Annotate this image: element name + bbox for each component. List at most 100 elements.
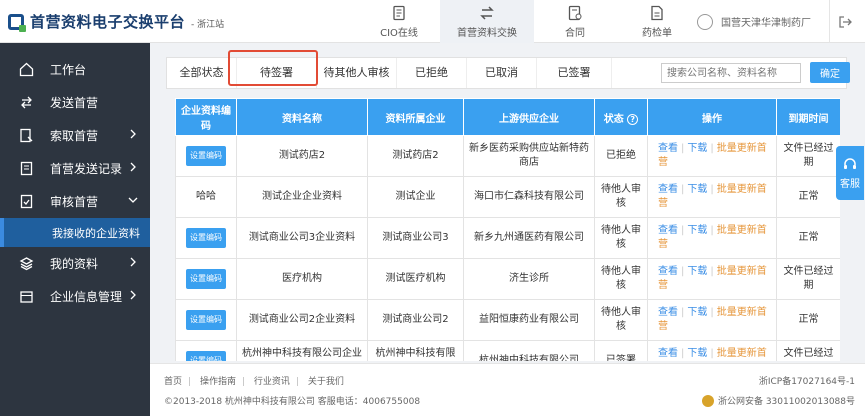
view-link[interactable]: 查看: [658, 184, 678, 195]
view-link[interactable]: 查看: [658, 143, 678, 154]
cell-code: 哈哈: [175, 176, 237, 218]
chevron-right-icon: [130, 290, 136, 300]
download-link[interactable]: 下载: [687, 266, 707, 277]
sidebar-item-workbench[interactable]: 工作台: [0, 53, 150, 86]
sidebar-item-label: 首营发送记录: [50, 162, 123, 176]
send-icon: [18, 95, 34, 111]
footer-link-home[interactable]: 首页: [164, 377, 182, 387]
police-badge-icon: [701, 394, 714, 407]
chevron-down-icon: [128, 197, 138, 203]
header-name: 资料名称: [236, 98, 368, 136]
footer-police[interactable]: 浙公网安备 33011002013088号: [701, 394, 855, 407]
app-title: 首营资料电子交换平台: [30, 13, 186, 31]
tab-signed[interactable]: 已签署: [537, 58, 612, 88]
view-link[interactable]: 查看: [658, 225, 678, 236]
cell-actions: 查看|下载|批量更新首营: [647, 299, 777, 341]
search-input[interactable]: [661, 63, 801, 83]
set-code-button[interactable]: 设置编码: [186, 269, 226, 289]
logo[interactable]: 首营资料电子交换平台 - 浙江站: [8, 11, 224, 32]
cell-code: 设置编码: [175, 135, 237, 177]
help-icon[interactable]: ?: [627, 113, 639, 125]
tab-cancelled[interactable]: 已取消: [467, 58, 537, 88]
sidebar-item-send[interactable]: 发送首营: [0, 86, 150, 119]
footer-link-news[interactable]: 行业资讯: [254, 377, 290, 387]
cell-actions: 查看|下载|批量更新首营: [647, 217, 777, 259]
search-confirm-button[interactable]: 确定: [810, 62, 850, 83]
view-link[interactable]: 查看: [658, 266, 678, 277]
cell-name: 测试商业公司3企业资料: [236, 217, 368, 259]
cell-name: 测试企业企业资料: [236, 176, 368, 218]
cell-status: 待他人审核: [594, 258, 648, 300]
set-code-button[interactable]: 设置编码: [186, 146, 226, 166]
set-code-button[interactable]: 设置编码: [186, 228, 226, 248]
sidebar-item-audit[interactable]: 审核首营: [0, 185, 150, 218]
view-link[interactable]: 查看: [658, 307, 678, 318]
sidebar-item-request[interactable]: 索取首营: [0, 119, 150, 152]
top-nav: CIO在线 首营资料交换 合同 药检单: [358, 0, 698, 43]
footer-links: 首页 | 操作指南 | 行业资讯 | 关于我们: [164, 377, 344, 387]
tab-all[interactable]: 全部状态: [167, 58, 237, 88]
tab-pending-others[interactable]: 待其他人审核: [317, 58, 397, 88]
cell-supplier: 新乡医药采购供应站新特药商店: [463, 135, 595, 177]
table-row: 设置编码 测试商业公司3企业资料 测试商业公司3 新乡九州通医药有限公司 待他人审核 查看…: [175, 217, 840, 259]
cell-expire: 文件已经过期: [776, 135, 840, 177]
cell-actions: 查看|下载|批量更新首营: [647, 340, 777, 361]
chevron-right-icon: [130, 129, 136, 139]
cell-supplier: 海口市仁森科技有限公司: [463, 176, 595, 218]
cell-actions: 查看|下载|批量更新首营: [647, 176, 777, 218]
user-icon[interactable]: [697, 13, 713, 30]
cell-status: 已拒绝: [594, 135, 648, 177]
user-area: 国营天津华津制药厂: [697, 0, 859, 43]
cell-supplier: 新乡九州通医药有限公司: [463, 217, 595, 259]
nav-test-report[interactable]: 药检单: [616, 0, 698, 43]
cell-name: 医疗机构: [236, 258, 368, 300]
cell-expire: 文件已经过期: [776, 340, 840, 361]
view-link[interactable]: 查看: [658, 348, 678, 359]
sidebar-item-label: 索取首营: [50, 129, 99, 143]
cell-status: 待他人审核: [594, 217, 648, 259]
layers-icon: [18, 256, 34, 272]
header-status: 状态 ?: [594, 98, 648, 136]
header-owner: 资料所属企业: [367, 98, 464, 136]
footer: 首页 | 操作指南 | 行业资讯 | 关于我们 ©2013-2018 杭州神中科技有限…: [150, 363, 865, 416]
top-header: 首营资料电子交换平台 - 浙江站 CIO在线 首营资料交换 合同 药检单 国营天…: [0, 0, 865, 43]
table-row: 设置编码 测试商业公司2企业资料 测试商业公司2 益阳恒康药业有限公司 待他人审核 查看 |…: [175, 299, 840, 341]
header-expire: 到期时间: [776, 98, 840, 136]
cell-code: 设置编码: [175, 258, 237, 300]
download-link[interactable]: 下载: [687, 307, 707, 318]
set-code-button[interactable]: 设置编码: [186, 351, 226, 361]
cell-owner: 测试商业公司3: [367, 217, 464, 259]
sidebar-item-label: 企业信息管理: [50, 290, 123, 304]
chevron-right-icon: [130, 162, 136, 172]
customer-service-button[interactable]: 客服: [836, 146, 864, 200]
footer-link-about[interactable]: 关于我们: [308, 377, 344, 387]
tab-rejected[interactable]: 已拒绝: [397, 58, 467, 88]
sidebar-subitem-received[interactable]: 我接收的企业资料: [0, 218, 150, 247]
download-link[interactable]: 下载: [687, 225, 707, 236]
sidebar-item-company-info[interactable]: 企业信息管理: [0, 280, 150, 313]
footer-link-guide[interactable]: 操作指南: [200, 377, 236, 387]
nav-label: CIO在线: [380, 27, 418, 39]
cell-owner: 测试医疗机构: [367, 258, 464, 300]
nav-cio-online[interactable]: CIO在线: [358, 0, 440, 43]
user-name[interactable]: 国营天津华津制药厂: [721, 14, 811, 29]
cell-actions: 查看|下载|批量更新首营: [647, 135, 777, 177]
nav-contract[interactable]: 合同: [534, 0, 616, 43]
download-link[interactable]: 下载: [687, 184, 707, 195]
data-table: 企业资料编码 资料名称 资料所属企业 上游供应企业 状态 ? 操作 到期时间 设…: [175, 98, 840, 361]
sidebar-item-my-data[interactable]: 我的资料: [0, 247, 150, 280]
cell-expire: 文件已经过期: [776, 258, 840, 300]
nav-exchange[interactable]: 首营资料交换: [440, 0, 534, 43]
download-link[interactable]: 下载: [687, 143, 707, 154]
set-code-button[interactable]: 设置编码: [186, 310, 226, 330]
sidebar-item-send-record[interactable]: 首营发送记录: [0, 152, 150, 185]
service-label: 客服: [840, 179, 860, 190]
cell-name: 测试商业公司2企业资料: [236, 299, 368, 341]
logout-button[interactable]: [829, 0, 859, 43]
cell-code: 设置编码: [175, 217, 237, 259]
audit-icon: [18, 194, 34, 210]
footer-copyright: ©2013-2018 杭州神中科技有限公司 客服电话：4006755008: [164, 397, 421, 407]
footer-icp[interactable]: 浙ICP备17027164号-1: [759, 374, 855, 387]
download-link[interactable]: 下载: [687, 348, 707, 359]
sidebar-item-label: 工作台: [50, 63, 87, 77]
